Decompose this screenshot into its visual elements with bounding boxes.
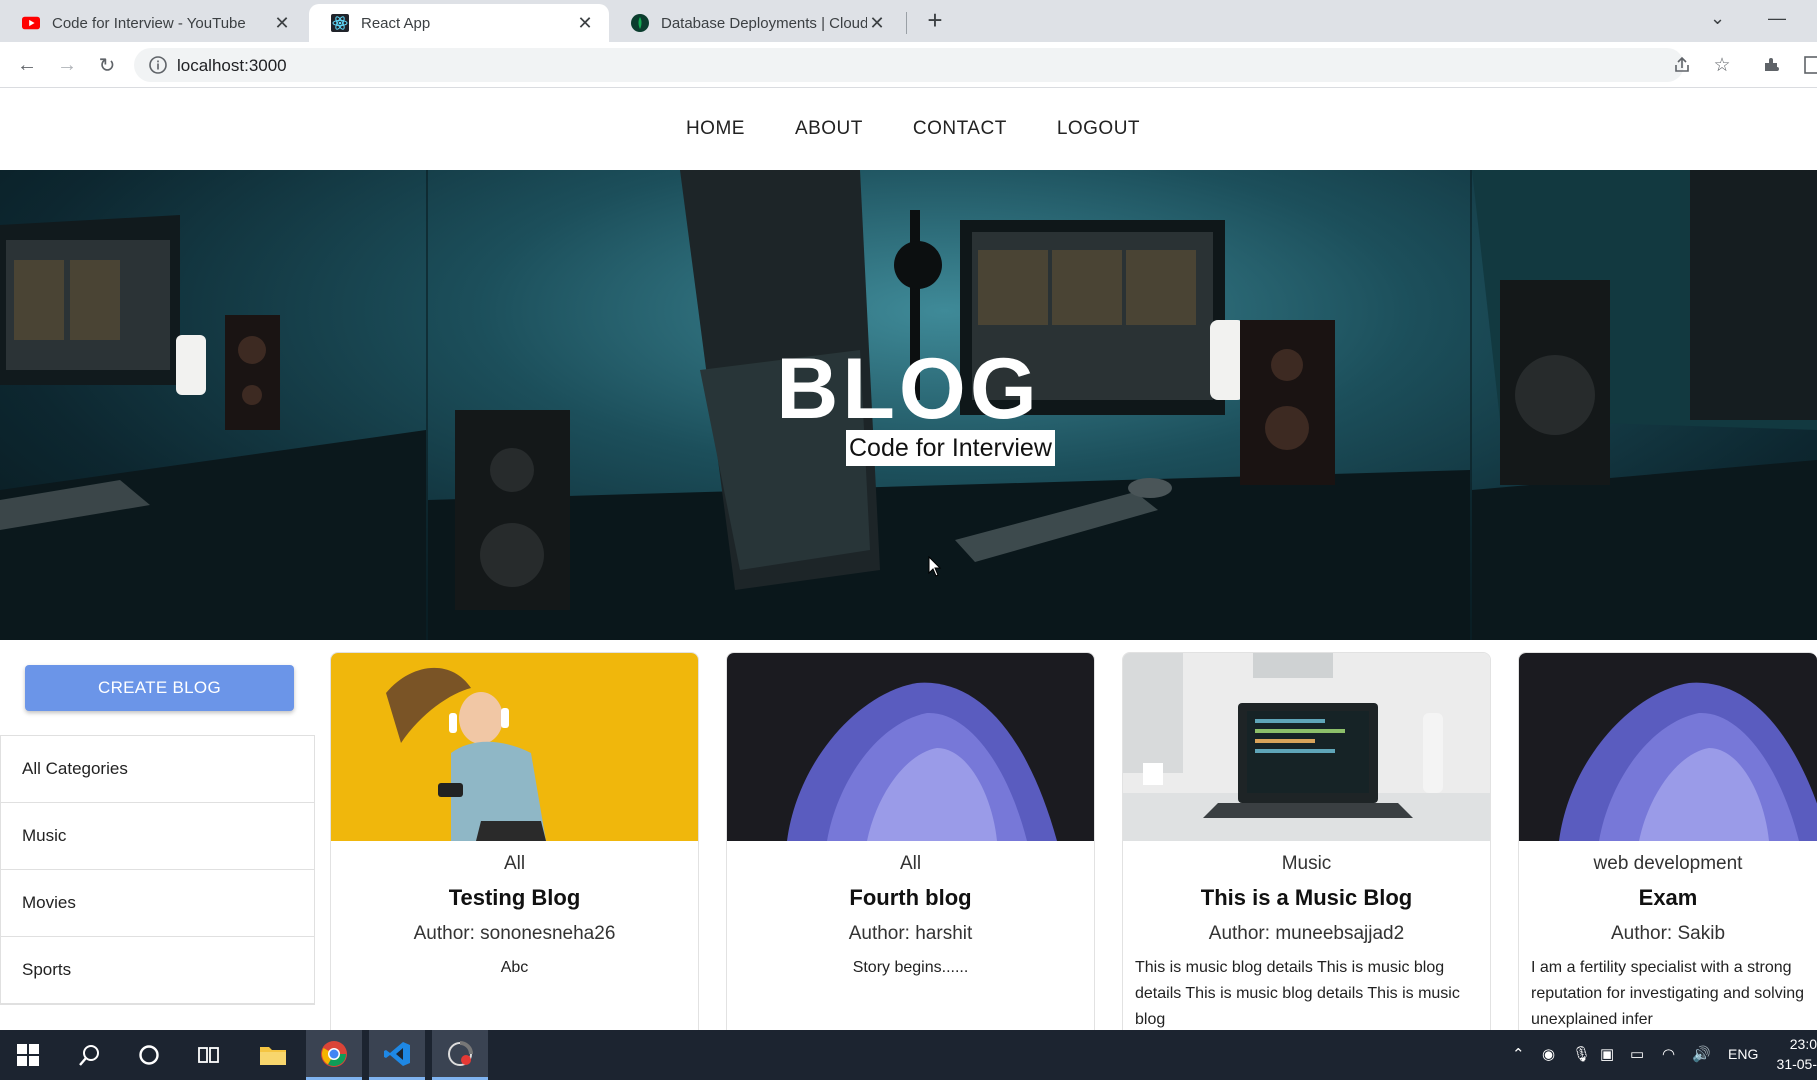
security-icon[interactable]: ▣: [1600, 1045, 1614, 1063]
minimize-icon[interactable]: —: [1768, 8, 1786, 29]
post-card[interactable]: All Fourth blog Author: harshit Story be…: [726, 652, 1095, 1072]
category-table: All Categories Music Movies Sports: [0, 735, 315, 1005]
hero-title: BLOG: [776, 341, 1041, 437]
info-icon[interactable]: [148, 55, 168, 75]
hero-subtitle: Code for Interview: [846, 430, 1055, 466]
microphone-icon[interactable]: 🎙: [1572, 1045, 1591, 1063]
post-card[interactable]: Music This is a Music Blog Author: munee…: [1122, 652, 1491, 1072]
post-image: [1519, 653, 1817, 841]
nav-home-link[interactable]: HOME: [686, 118, 745, 140]
wifi-icon[interactable]: ◠: [1662, 1045, 1675, 1063]
post-description: Abc: [500, 959, 529, 976]
tab-react-app[interactable]: React App ✕: [309, 4, 609, 42]
nav-about-link[interactable]: ABOUT: [795, 118, 863, 140]
post-title: Exam: [1638, 885, 1698, 910]
new-tab-button[interactable]: +: [921, 6, 949, 34]
tab-youtube[interactable]: Code for Interview - YouTube ✕: [0, 4, 306, 42]
post-description: I am a fertility specialist with a stron…: [1531, 959, 1805, 1028]
nav-logout-link[interactable]: LOGOUT: [1057, 118, 1140, 140]
post-card[interactable]: web development Exam Author: Sakib I am …: [1518, 652, 1817, 1072]
hero-banner: BLOG Code for Interview: [0, 170, 1817, 640]
category-sports[interactable]: Sports: [1, 937, 314, 1004]
tab-title: React App: [361, 14, 431, 32]
post-author: Author: Sakib: [1610, 923, 1726, 944]
post-author: Author: muneebsajjad2: [1208, 923, 1405, 944]
tab-title: Database Deployments | Cloud: M: [661, 14, 867, 32]
close-icon[interactable]: ✕: [867, 13, 887, 34]
url-text[interactable]: localhost:3000: [177, 56, 287, 76]
file-explorer-icon[interactable]: [245, 1030, 301, 1080]
post-image: [1123, 653, 1490, 841]
category-movies[interactable]: Movies: [1, 870, 314, 937]
close-icon[interactable]: ✕: [575, 13, 595, 34]
address-bar[interactable]: localhost:3000: [134, 48, 1684, 82]
tab-separator: [906, 12, 907, 34]
share-icon[interactable]: [1670, 53, 1694, 77]
task-view-icon[interactable]: [181, 1030, 237, 1080]
volume-icon[interactable]: 🔊: [1692, 1045, 1711, 1063]
category-all[interactable]: All Categories: [1, 736, 314, 803]
post-title: This is a Music Blog: [1200, 885, 1413, 910]
nav-contact-link[interactable]: CONTACT: [913, 118, 1007, 140]
search-icon[interactable]: [62, 1030, 118, 1080]
tab-mongodb[interactable]: Database Deployments | Cloud: M ✕: [609, 4, 901, 42]
meet-now-icon[interactable]: ◉: [1542, 1045, 1555, 1063]
post-title: Testing Blog: [448, 885, 581, 910]
browser-tab-bar: Code for Interview - YouTube ✕ React App…: [0, 0, 1817, 42]
windows-taskbar: ⌃ ◉ 🎙 ▣ ▭ ◠ 🔊 ENG 23:0 31-05-: [0, 1030, 1817, 1080]
sidepanel-icon[interactable]: [1800, 53, 1817, 77]
post-author: Author: harshit: [848, 923, 973, 944]
chevron-down-icon[interactable]: ⌄: [1710, 8, 1725, 29]
post-category: web development: [1593, 853, 1743, 874]
chrome-icon[interactable]: [306, 1030, 362, 1080]
recorder-icon[interactable]: [432, 1030, 488, 1080]
language-indicator[interactable]: ENG: [1728, 1046, 1758, 1062]
close-icon[interactable]: ✕: [272, 13, 292, 34]
post-category: Music: [1281, 853, 1332, 874]
post-image: [727, 653, 1094, 841]
clock[interactable]: 23:0 31-05-: [1777, 1034, 1817, 1074]
bookmark-star-icon[interactable]: ☆: [1710, 53, 1734, 77]
post-card[interactable]: All Testing Blog Author: sononesneha26 A…: [330, 652, 699, 1072]
windows-start-icon[interactable]: [0, 1030, 56, 1080]
vscode-icon[interactable]: [369, 1030, 425, 1080]
forward-arrow-icon[interactable]: →: [53, 51, 81, 79]
clock-date: 31-05-: [1776, 1056, 1817, 1072]
mongodb-icon: [631, 14, 649, 32]
post-title: Fourth blog: [849, 885, 972, 910]
post-category: All: [899, 853, 922, 874]
reload-icon[interactable]: ↻: [93, 51, 121, 79]
tray-chevron-up-icon[interactable]: ⌃: [1512, 1045, 1525, 1063]
back-arrow-icon[interactable]: ←: [13, 51, 41, 79]
extensions-icon[interactable]: [1760, 53, 1784, 77]
cortana-icon[interactable]: [121, 1030, 177, 1080]
clock-time: 23:0: [1789, 1036, 1817, 1052]
browser-toolbar: ← → ↻ localhost:3000 ☆: [0, 42, 1817, 88]
post-description: Story begins......: [852, 959, 969, 976]
post-description: This is music blog details This is music…: [1135, 959, 1460, 1028]
youtube-icon: [22, 14, 40, 32]
site-navbar: HOME ABOUT CONTACT LOGOUT: [0, 88, 1817, 170]
create-blog-button[interactable]: CREATE BLOG: [25, 665, 294, 711]
react-icon: [331, 14, 349, 32]
post-image: [331, 653, 698, 841]
post-category: All: [503, 853, 526, 874]
post-author: Author: sononesneha26: [413, 923, 616, 944]
tab-title: Code for Interview - YouTube: [52, 14, 246, 32]
battery-icon[interactable]: ▭: [1630, 1045, 1644, 1063]
category-music[interactable]: Music: [1, 803, 314, 870]
mouse-cursor-icon: [928, 556, 942, 577]
